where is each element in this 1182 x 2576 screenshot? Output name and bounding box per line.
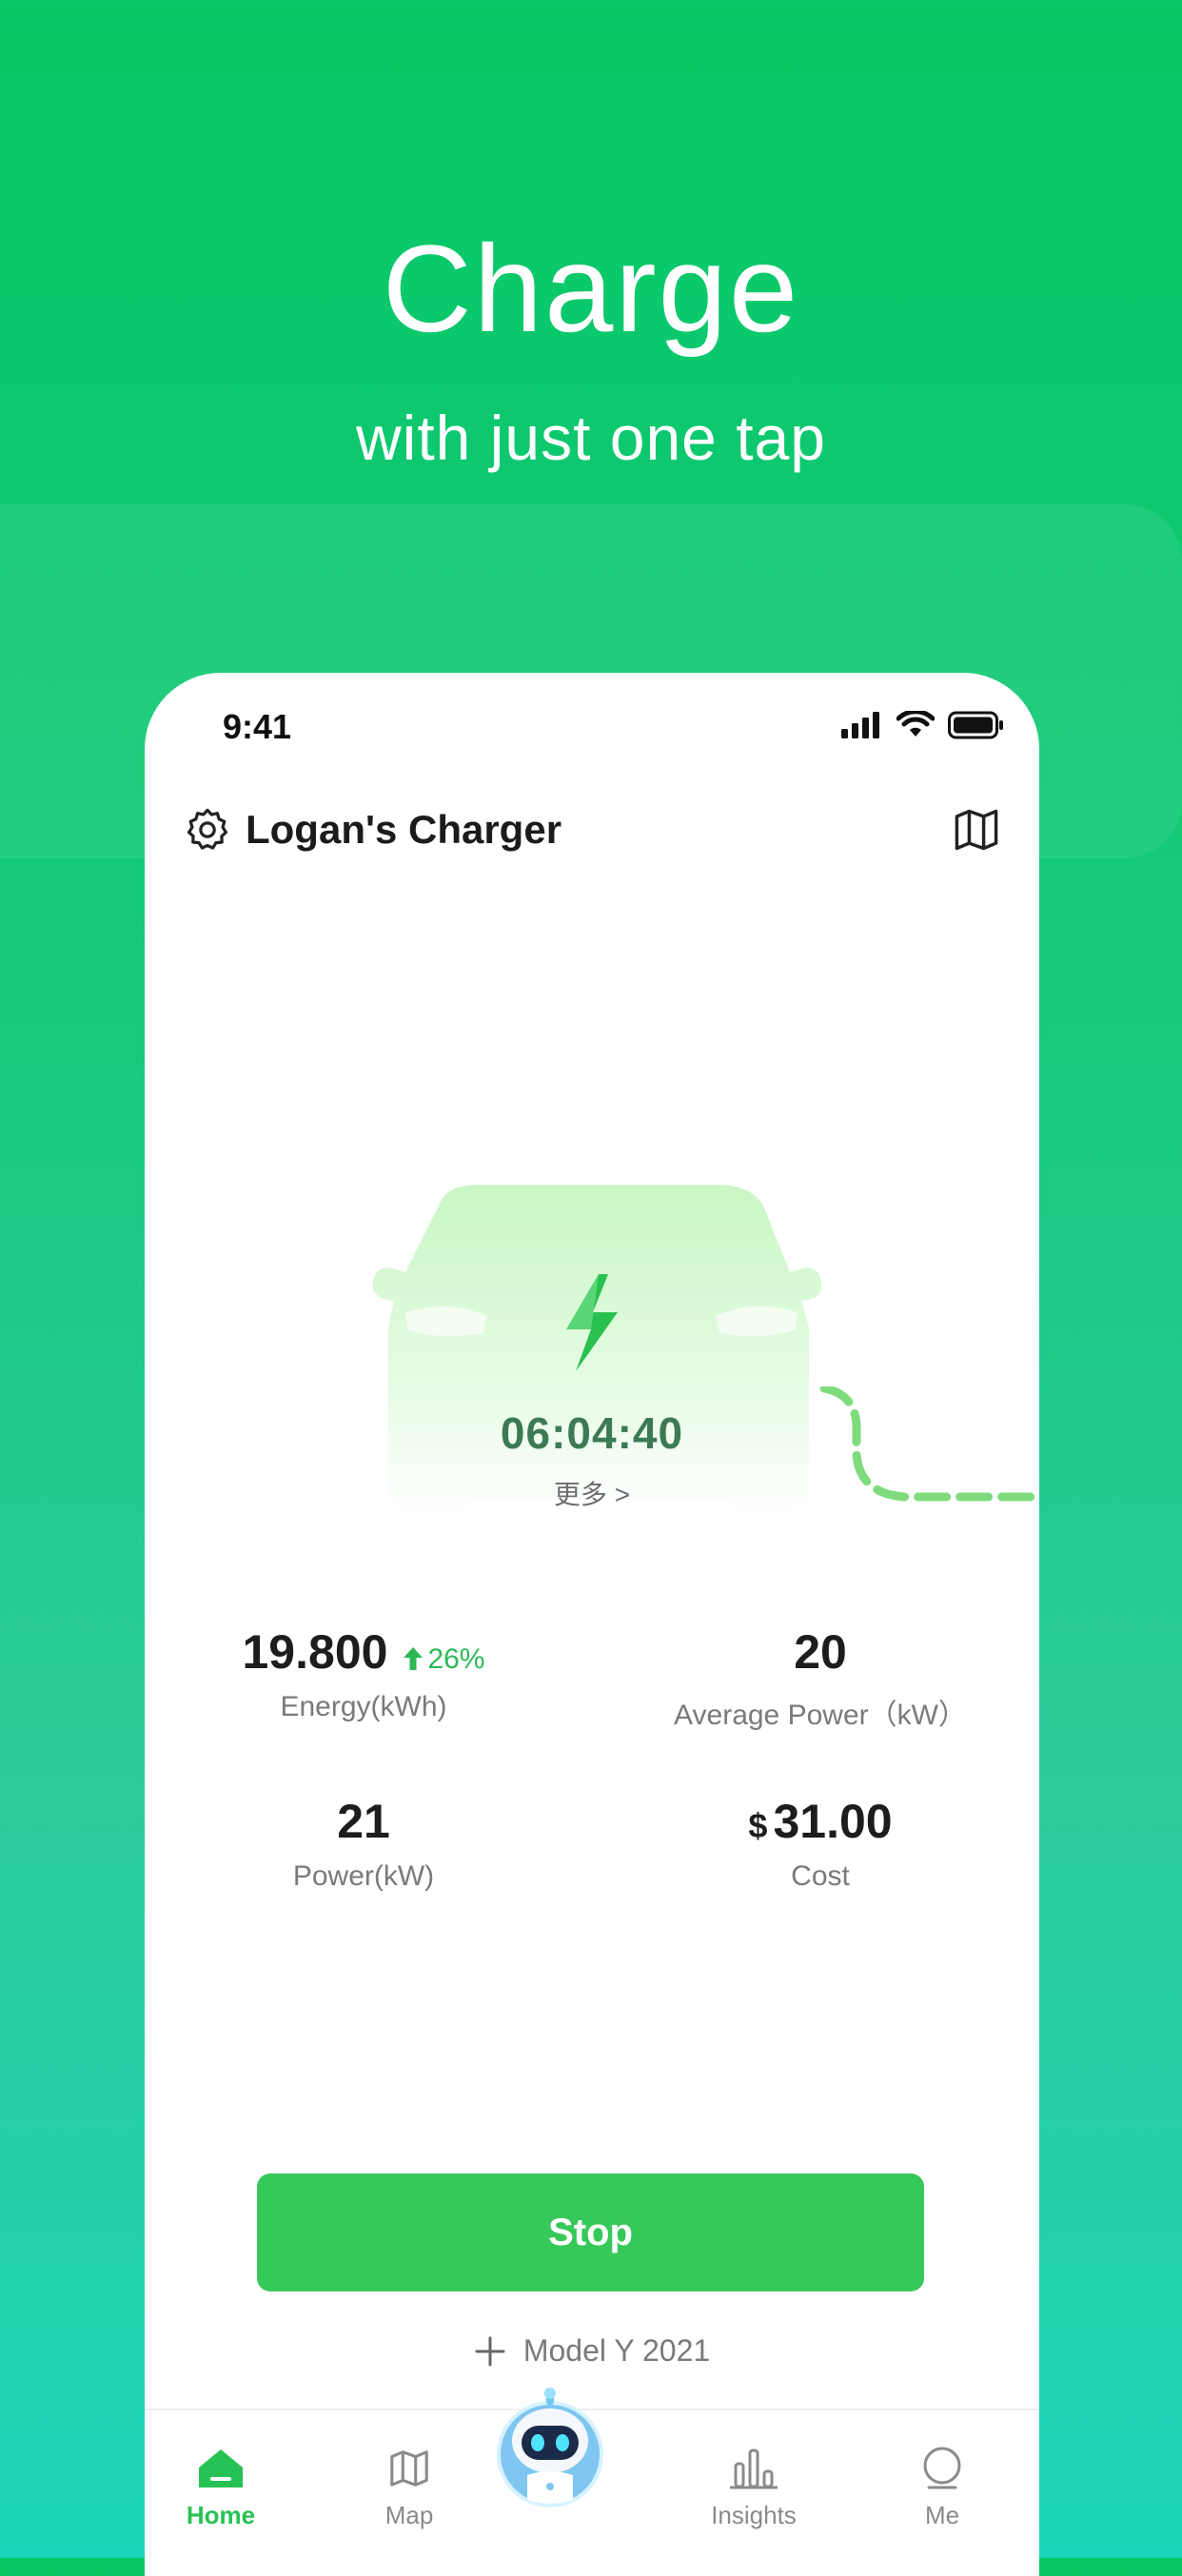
tab-insights[interactable]: Insights bbox=[678, 2447, 830, 2530]
average-power-value: 20 bbox=[794, 1625, 847, 1679]
more-link[interactable]: 更多 > bbox=[145, 1474, 1039, 1512]
robot-assistant-icon[interactable] bbox=[495, 2388, 605, 2511]
energy-label: Energy(kWh) bbox=[280, 1691, 447, 1722]
stop-button[interactable]: Stop bbox=[257, 2173, 924, 2291]
average-power-stat: 20 Average Power（kW） bbox=[659, 1624, 982, 1733]
energy-value: 19.800 bbox=[242, 1625, 388, 1679]
cost-value: 31.00 bbox=[773, 1795, 893, 1848]
tab-me-label: Me bbox=[924, 2501, 960, 2529]
tab-insights-label: Insights bbox=[711, 2501, 797, 2529]
power-label: Power(kW) bbox=[292, 1860, 435, 1892]
charger-header: Logan's Charger bbox=[183, 801, 1001, 858]
energy-delta-value: 26% bbox=[427, 1643, 485, 1675]
tab-map[interactable]: Map bbox=[333, 2447, 485, 2530]
energy-delta: 26% bbox=[403, 1643, 484, 1675]
phone-screen: 9:41 Logan's Charger 06:04:40 更多 > 19.80… bbox=[145, 673, 1039, 2576]
tab-bar: Home Map Insights Me bbox=[145, 2388, 1039, 2576]
cellular-signal-icon bbox=[841, 712, 879, 738]
profile-icon bbox=[923, 2447, 961, 2489]
promo-title: Charge bbox=[382, 219, 800, 358]
tab-me[interactable]: Me bbox=[866, 2447, 1018, 2530]
power-value: 21 bbox=[337, 1795, 390, 1848]
home-icon bbox=[199, 2449, 243, 2488]
map-icon[interactable] bbox=[952, 805, 1001, 855]
tab-home-label: Home bbox=[186, 2501, 256, 2529]
status-time: 9:41 bbox=[223, 707, 292, 746]
settings-gear-icon[interactable] bbox=[183, 805, 232, 855]
plus-icon bbox=[475, 2336, 505, 2366]
average-power-label: Average Power（kW） bbox=[674, 1700, 967, 1731]
map-icon bbox=[390, 2450, 428, 2487]
status-icons bbox=[841, 711, 1005, 739]
power-stat: 21 Power(kW) bbox=[202, 1794, 525, 1893]
tab-map-label: Map bbox=[384, 2501, 434, 2529]
battery-icon bbox=[948, 711, 1003, 739]
currency-symbol: $ bbox=[748, 1806, 768, 1845]
arrow-up-icon bbox=[404, 1647, 424, 1670]
wifi-icon bbox=[896, 711, 935, 737]
charging-timer: 06:04:40 bbox=[500, 1408, 684, 1458]
bar-chart-icon bbox=[729, 2448, 778, 2489]
promo-subtitle: with just one tap bbox=[356, 403, 826, 473]
energy-stat: 19.800 26% Energy(kWh) bbox=[202, 1624, 525, 1723]
cost-stat: $31.00 Cost bbox=[659, 1794, 982, 1893]
tab-home[interactable]: Home bbox=[145, 2447, 297, 2530]
vehicle-model-label: Model Y 2021 bbox=[522, 2333, 711, 2368]
add-vehicle-row[interactable]: Model Y 2021 bbox=[145, 2333, 1039, 2369]
lightning-bolt-icon bbox=[566, 1274, 618, 1371]
charger-name: Logan's Charger bbox=[246, 807, 562, 852]
cost-label: Cost bbox=[791, 1860, 850, 1892]
